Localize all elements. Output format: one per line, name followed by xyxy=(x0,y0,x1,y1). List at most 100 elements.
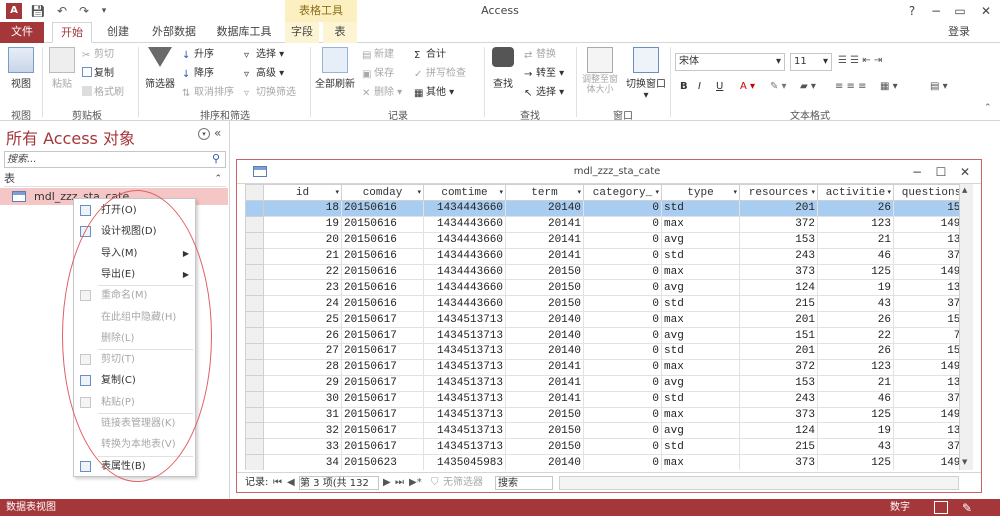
fill-color-button[interactable]: ▰ ▾ xyxy=(800,79,816,95)
table-cell[interactable]: 153 xyxy=(739,374,818,392)
table-cell[interactable]: 1434443660 xyxy=(423,279,506,297)
row-selector[interactable] xyxy=(245,311,264,329)
table-cell[interactable]: 0 xyxy=(583,327,662,345)
design-view-icon[interactable]: ✎ xyxy=(962,500,972,516)
table-row[interactable]: 31 20150617 1434513713 20150 0 max 373 125 1493 xyxy=(245,406,970,424)
save-record-button[interactable]: ▣ 保存 xyxy=(362,66,394,82)
next-record-icon[interactable]: ▶ xyxy=(383,473,391,492)
table-row[interactable]: 21 20150616 1434443660 20141 0 std 243 46 371 xyxy=(245,247,970,265)
find-button[interactable]: 查找 xyxy=(488,47,518,90)
tab-table[interactable]: 表 xyxy=(323,22,357,43)
table-cell[interactable]: 1434513713 xyxy=(423,438,506,456)
table-cell[interactable]: 1434513713 xyxy=(423,406,506,424)
table-cell[interactable]: 20150 xyxy=(505,263,584,281)
align-buttons[interactable]: ≡ ≡ ≡ xyxy=(835,79,867,95)
nav-menu-icon[interactable]: ▾ xyxy=(198,128,210,140)
table-cell[interactable]: 0 xyxy=(583,454,662,470)
table-cell[interactable]: 201 xyxy=(739,200,818,217)
table-cell[interactable]: 372 xyxy=(739,358,818,376)
table-cell[interactable]: 201 xyxy=(739,343,818,360)
format-painter-button[interactable]: 格式刷 xyxy=(82,85,124,101)
row-selector[interactable] xyxy=(245,390,264,408)
table-cell[interactable]: 20140 xyxy=(505,327,584,345)
scroll-up-icon[interactable]: ▲ xyxy=(962,186,967,194)
sort-descending-button[interactable]: ↓ 降序 xyxy=(182,66,214,82)
table-cell[interactable]: 124 xyxy=(739,279,818,297)
table-cell[interactable]: 21 xyxy=(817,231,894,249)
table-cell[interactable]: std xyxy=(661,200,740,217)
table-cell[interactable]: 20150617 xyxy=(341,374,424,392)
table-cell[interactable]: 125 xyxy=(817,454,894,470)
undo-icon[interactable]: ↶ xyxy=(54,3,70,19)
table-cell[interactable]: 373 xyxy=(739,454,818,470)
table-cell[interactable]: 125 xyxy=(817,406,894,424)
filter-button[interactable]: 筛选器 xyxy=(142,47,178,90)
scroll-down-icon[interactable]: ▼ xyxy=(962,458,967,466)
table-cell[interactable]: 20141 xyxy=(505,390,584,408)
last-record-icon[interactable]: ⏭ xyxy=(395,473,404,492)
table-cell[interactable]: 20141 xyxy=(505,215,584,233)
column-dropdown-icon[interactable]: ▾ xyxy=(655,188,659,197)
view-button[interactable]: 视图 xyxy=(4,47,38,90)
table-row[interactable]: 20 20150616 1434443660 20141 0 avg 153 21 132 xyxy=(245,231,970,249)
delete-record-button[interactable]: ✕ 删除 ▾ xyxy=(362,85,402,101)
table-row[interactable]: 26201506171434513713201400avg1512278 xyxy=(245,327,970,345)
table-cell[interactable]: 32 xyxy=(263,422,342,440)
underline-button[interactable]: U xyxy=(716,79,723,95)
table-cell[interactable]: 201 xyxy=(739,311,818,329)
paste-button[interactable]: 粘贴 xyxy=(46,47,78,90)
bold-button[interactable]: B xyxy=(680,79,688,95)
table-cell[interactable]: 21 xyxy=(817,374,894,392)
table-cell[interactable]: 46 xyxy=(817,390,894,408)
table-cell[interactable]: 26 xyxy=(817,311,894,329)
table-cell[interactable]: 373 xyxy=(739,263,818,281)
collapse-ribbon-icon[interactable]: ⌃ xyxy=(984,103,992,113)
table-cell[interactable]: avg xyxy=(661,327,740,345)
toggle-filter-button[interactable]: ▿ 切换筛选 xyxy=(244,85,296,101)
table-cell[interactable]: 20150616 xyxy=(341,263,424,281)
table-cell[interactable]: avg xyxy=(661,279,740,297)
datasheet-view-icon[interactable] xyxy=(934,501,948,514)
nav-category-tables[interactable]: 表 ⌃ xyxy=(4,171,226,187)
gridlines-button[interactable]: ▦ ▾ xyxy=(880,79,898,95)
table-cell[interactable]: 22 xyxy=(263,263,342,281)
column-dropdown-icon[interactable]: ▾ xyxy=(417,188,421,197)
table-cell[interactable]: 46 xyxy=(817,247,894,265)
table-cell[interactable]: 19 xyxy=(817,279,894,297)
tab-home[interactable]: 开始 xyxy=(52,22,92,43)
table-cell[interactable]: 1434513713 xyxy=(423,311,506,329)
table-cell[interactable]: max xyxy=(661,215,740,233)
table-row[interactable]: 22 20150616 1434443660 20150 0 max 373 125 1493 xyxy=(245,263,970,281)
table-cell[interactable]: 1434443660 xyxy=(423,231,506,249)
table-cell[interactable]: std xyxy=(661,343,740,360)
table-cell[interactable]: avg xyxy=(661,374,740,392)
table-cell[interactable]: 0 xyxy=(583,263,662,281)
table-cell[interactable]: 243 xyxy=(739,247,818,265)
select-all-cell[interactable] xyxy=(245,184,264,201)
table-cell[interactable]: 0 xyxy=(583,406,662,424)
font-size-combo[interactable]: 11 ▾ xyxy=(790,53,832,71)
font-color-button[interactable]: A ▾ xyxy=(740,79,755,95)
table-cell[interactable]: 29 xyxy=(263,374,342,392)
column-dropdown-icon[interactable]: ▾ xyxy=(733,188,737,197)
sort-ascending-button[interactable]: ↓ 升序 xyxy=(182,47,214,63)
table-cell[interactable]: 124 xyxy=(739,422,818,440)
table-cell[interactable]: 20150616 xyxy=(341,295,424,313)
tab-external-data[interactable]: 外部数据 xyxy=(146,22,202,43)
table-cell[interactable]: 372 xyxy=(739,215,818,233)
minimize-button[interactable]: − xyxy=(907,163,927,181)
table-cell[interactable]: 1434443660 xyxy=(423,215,506,233)
table-cell[interactable]: 20150616 xyxy=(341,279,424,297)
column-header-comtime[interactable]: comtime ▾ xyxy=(423,184,506,201)
table-cell[interactable]: 1434443660 xyxy=(423,200,506,217)
customize-qat-icon[interactable]: ▾ xyxy=(96,3,112,19)
column-dropdown-icon[interactable]: ▾ xyxy=(811,188,815,197)
table-cell[interactable]: 1434513713 xyxy=(423,422,506,440)
first-record-icon[interactable]: ⏮ xyxy=(273,473,282,492)
table-row[interactable]: 29 20150617 1434513713 20141 0 avg 153 21 132 xyxy=(245,374,970,392)
table-cell[interactable]: 0 xyxy=(583,358,662,376)
table-cell[interactable]: 0 xyxy=(583,231,662,249)
row-selector[interactable] xyxy=(245,343,264,360)
row-selector[interactable] xyxy=(245,215,264,233)
table-cell[interactable]: avg xyxy=(661,231,740,249)
